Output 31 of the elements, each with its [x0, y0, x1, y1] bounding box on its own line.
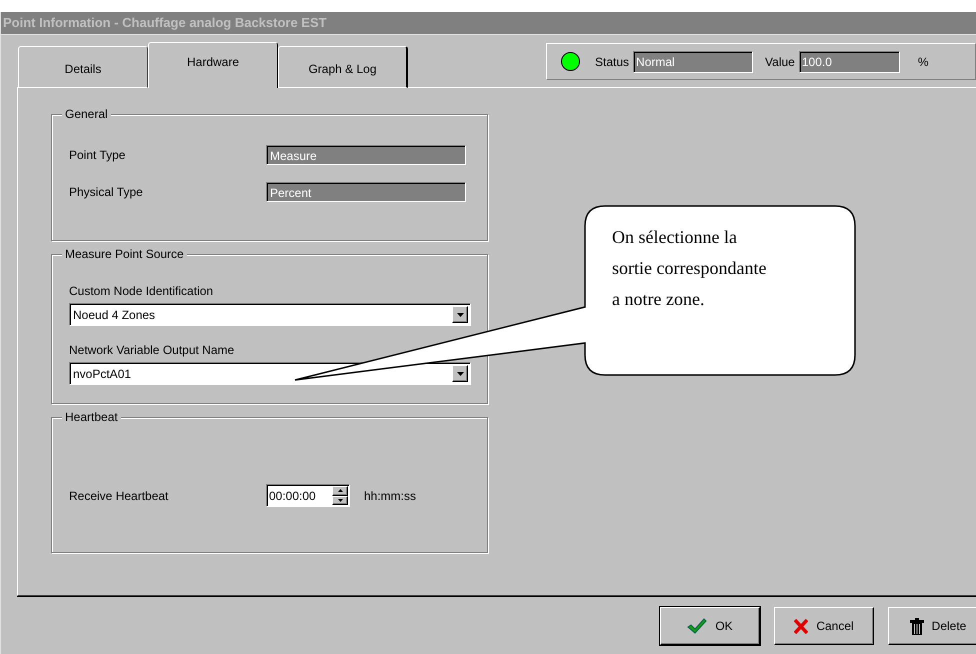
readonly-field: Measure	[266, 145, 466, 165]
tab[interactable]: Hardware	[148, 42, 278, 88]
value-field: 100.0	[798, 50, 900, 72]
group-title: General	[62, 107, 111, 121]
unit-label: %	[918, 54, 929, 68]
cancel-button[interactable]: Cancel	[774, 607, 874, 645]
cross-icon	[794, 618, 808, 634]
group-title: Heartbeat	[62, 410, 121, 424]
field-label: Physical Type	[69, 185, 144, 199]
field-label: Custom Node Identification	[69, 284, 214, 298]
status-label: Status	[595, 54, 630, 68]
dropdown-field[interactable]: nvoPctA01	[69, 362, 471, 385]
readonly-field: Percent	[266, 182, 466, 202]
field-label: Point Type	[69, 148, 126, 162]
field-label: Receive Heartbeat	[69, 488, 170, 502]
ok-button[interactable]: OK	[660, 607, 760, 645]
dropdown-field[interactable]: Noeud 4 Zones	[69, 303, 471, 326]
unit-label: hh:mm:ss	[364, 488, 416, 502]
group-title: Measure Point Source	[62, 247, 187, 261]
trash-can-icon	[910, 618, 924, 634]
status-indicator-icon	[561, 52, 580, 71]
delete-button[interactable]: Delete	[888, 607, 976, 645]
value-label: Value	[765, 54, 795, 68]
tab[interactable]: Graph & Log	[278, 46, 408, 88]
check-icon	[687, 618, 708, 634]
tab[interactable]: Details	[18, 46, 148, 88]
status-field: Normal	[633, 50, 754, 72]
field-label: Network Variable Output Name	[69, 343, 236, 357]
callout-text: On sélectionne la sortie correspondante a notre zone.	[612, 226, 768, 311]
spin-buttons-icon[interactable]	[332, 486, 348, 505]
title-bar: Point Information - Chauffage analog Backstore EST	[1, 12, 976, 35]
